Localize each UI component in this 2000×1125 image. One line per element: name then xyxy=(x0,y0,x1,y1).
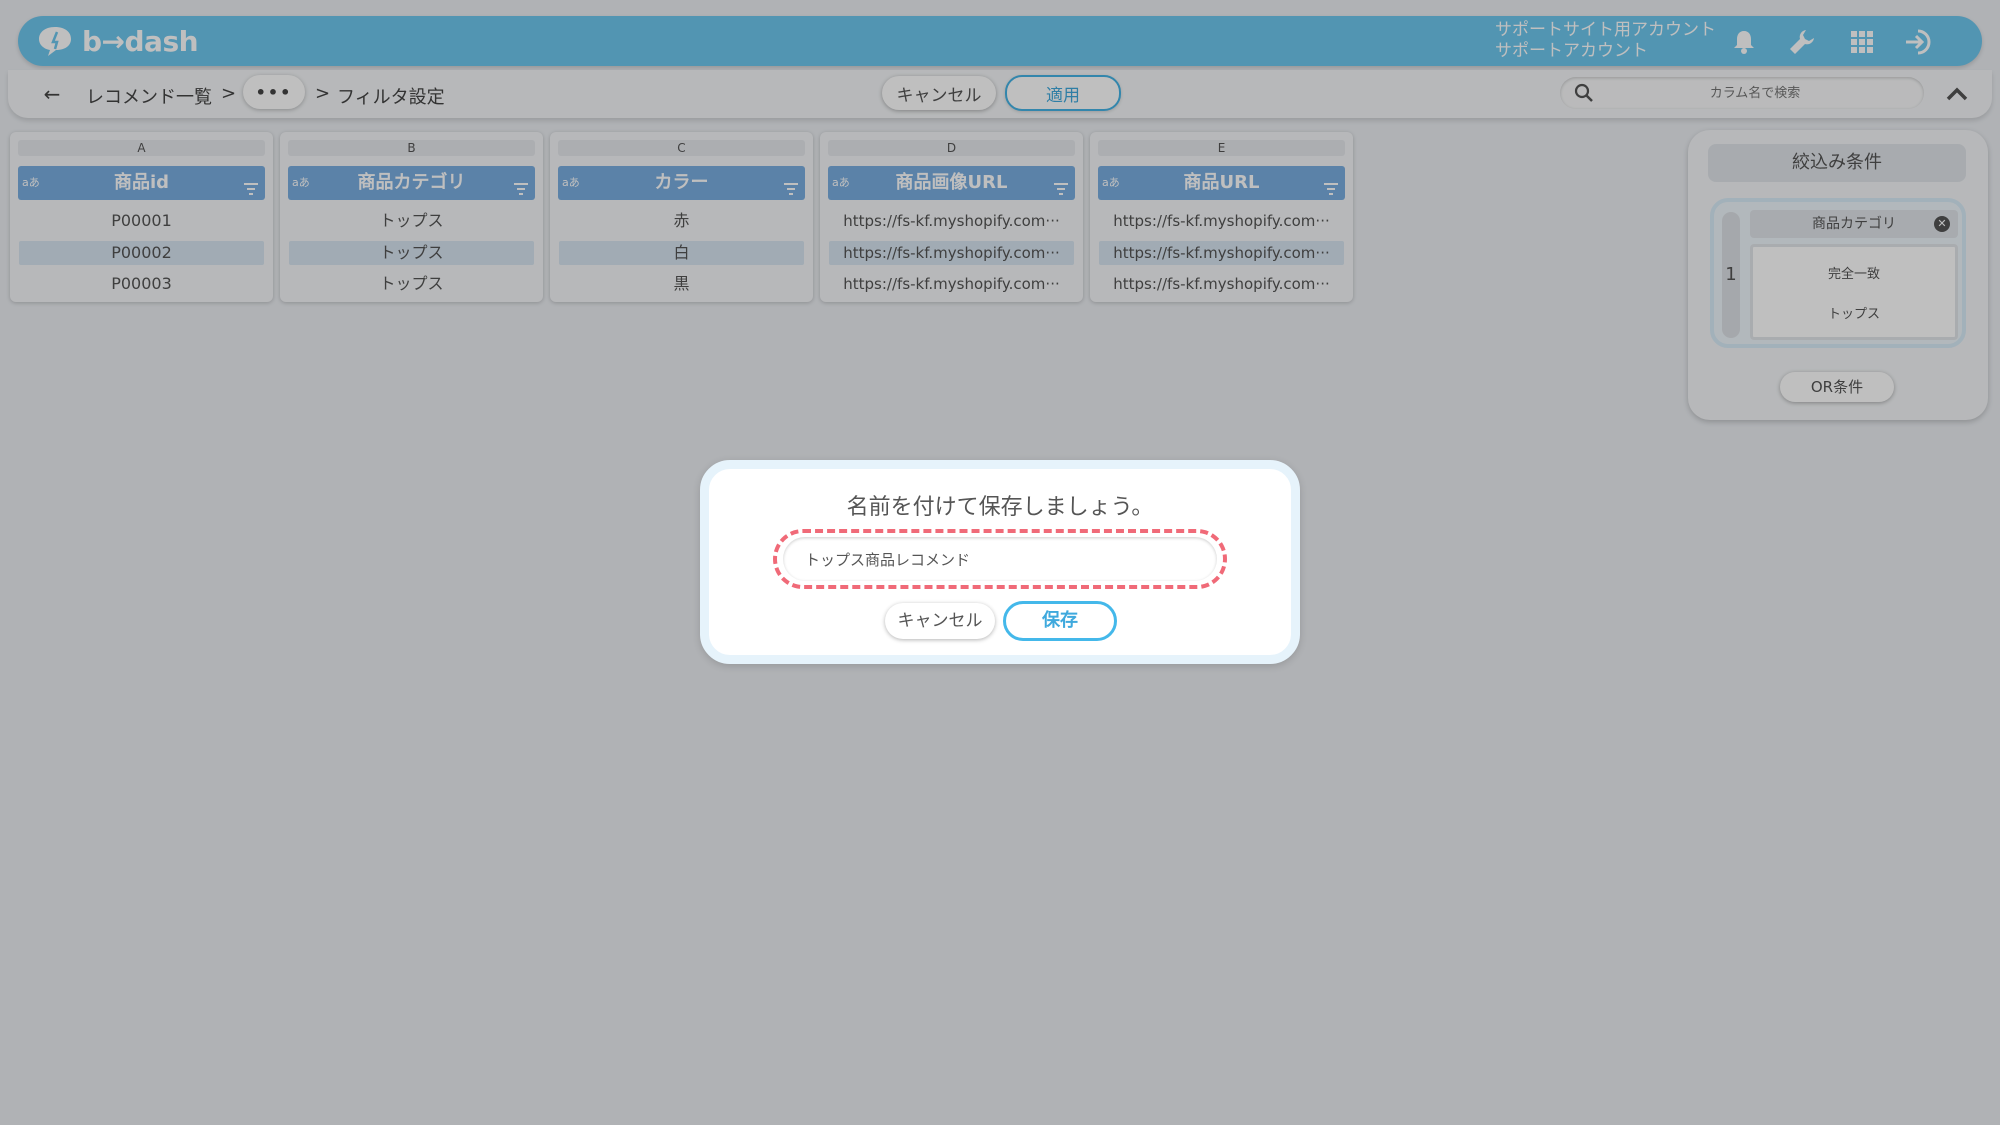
recommend-name-input[interactable] xyxy=(783,537,1217,581)
save-button[interactable]: 保存 xyxy=(1003,601,1117,641)
save-name-dialog: 名前を付けて保存しましょう。 キャンセル 保存 xyxy=(700,460,1300,664)
dialog-cancel-button[interactable]: キャンセル xyxy=(885,603,995,639)
dialog-title: 名前を付けて保存しましょう。 xyxy=(846,495,1154,520)
